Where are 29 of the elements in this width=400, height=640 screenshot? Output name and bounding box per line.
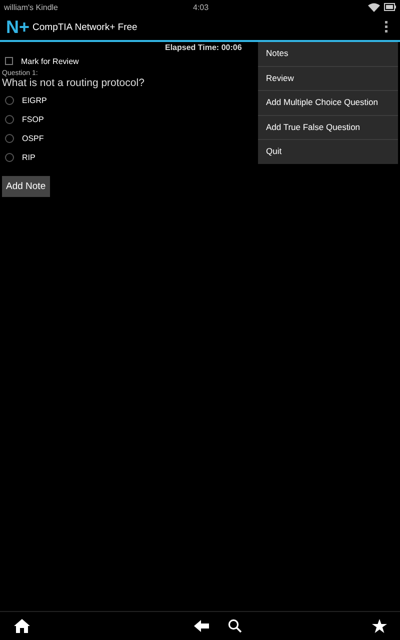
back-arrow-icon[interactable]: [194, 620, 209, 632]
app-title: CompTIA Network+ Free: [32, 22, 138, 32]
option-label: OSPF: [22, 134, 44, 143]
add-note-button[interactable]: Add Note: [2, 176, 50, 197]
menu-item[interactable]: Add True False Question: [258, 116, 398, 140]
checkbox[interactable]: [5, 57, 13, 65]
menu-item[interactable]: Review: [258, 66, 398, 91]
wifi-icon: [368, 2, 380, 12]
app-logo: N+: [6, 16, 30, 38]
clock: 4:03: [193, 2, 209, 12]
device-name: william's Kindle: [4, 2, 58, 12]
question-text: What is not a routing protocol?: [2, 77, 144, 89]
checkbox-label: Mark for Review: [21, 56, 79, 66]
search-icon[interactable]: [228, 619, 242, 633]
option-label: RIP: [22, 153, 36, 162]
menu-item[interactable]: Notes: [258, 42, 398, 66]
radio-button[interactable]: [5, 115, 14, 124]
option-label: EIGRP: [22, 96, 47, 105]
radio-button[interactable]: [5, 153, 14, 162]
menu-item[interactable]: Quit: [258, 140, 398, 164]
option-label: FSOP: [22, 115, 44, 124]
elapsed-time: Elapsed Time: 00:06: [165, 43, 242, 52]
radio-button[interactable]: [5, 96, 14, 105]
radio-button[interactable]: [5, 134, 14, 143]
menu-item[interactable]: Add Multiple Choice Question: [258, 91, 398, 116]
battery-icon: [384, 3, 396, 11]
star-icon[interactable]: [372, 619, 387, 633]
overflow-menu-icon[interactable]: [384, 21, 388, 33]
home-icon[interactable]: [14, 619, 30, 633]
